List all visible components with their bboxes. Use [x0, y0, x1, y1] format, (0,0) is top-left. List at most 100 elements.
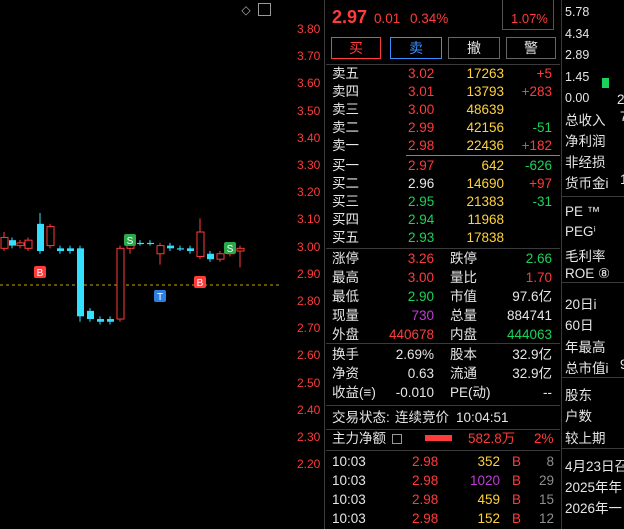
fundamental-label[interactable]: 非经损: [565, 151, 606, 171]
fundamental-label[interactable]: 总收入: [565, 109, 606, 129]
level-delta: -31: [532, 194, 552, 209]
y-tick-label: 3.80: [297, 22, 321, 36]
stat-label: 流通: [450, 366, 477, 381]
mini-bar: [602, 78, 609, 88]
tick-price: 2.98: [412, 492, 439, 507]
candle-body: [87, 310, 94, 320]
tick-time: 10:03: [332, 492, 366, 507]
order-book-row[interactable]: 买二 2.96 14690 +97: [326, 175, 560, 193]
fundamental-label[interactable]: 户数: [565, 405, 592, 425]
fundamental-label[interactable]: 20日i: [565, 293, 597, 313]
level-volume: 42156: [466, 120, 504, 135]
buy-button[interactable]: 买: [331, 37, 381, 59]
order-book-row[interactable]: 卖四 3.01 13793 +283: [326, 83, 560, 101]
tick-row: 10:03 2.98 1020 B 29: [326, 472, 560, 490]
fundamental-label[interactable]: 货币金i: [565, 172, 609, 192]
marker-label: B: [197, 278, 204, 289]
level-price: 2.94: [408, 212, 435, 227]
candle-body: [37, 223, 44, 252]
main-flow-pct: 2%: [534, 431, 554, 446]
stat-value: 3.00: [407, 270, 434, 285]
stat-row: 换手 2.69% 股本 32.9亿: [326, 346, 560, 364]
square-icon[interactable]: [258, 3, 271, 16]
y-tick-label: 3.30: [297, 158, 321, 172]
fundamental-label[interactable]: 毛利率: [565, 245, 606, 265]
fundamental-label[interactable]: PEGⁱ: [565, 224, 596, 240]
diamond-icon[interactable]: ◇: [239, 3, 253, 17]
candle-body: [57, 248, 64, 252]
y-tick-label: 3.60: [297, 76, 321, 91]
tick-side: B: [512, 454, 522, 469]
stat-value: -0.010: [395, 385, 434, 400]
tick-row: 10:03 2.98 152 B 12: [326, 510, 560, 528]
stat-value: 97.6亿: [512, 289, 552, 304]
candle-body: [216, 253, 225, 260]
tick-time: 10:03: [332, 511, 366, 526]
level-price: 3.02: [408, 66, 435, 81]
order-book-row[interactable]: 卖一 2.98 22436 +182: [326, 137, 560, 155]
candle-body: [0, 236, 9, 249]
candle-body: [116, 247, 125, 320]
fundamental-label[interactable]: 股东: [565, 384, 592, 404]
order-book-row[interactable]: 卖三 3.00 48639: [326, 101, 560, 119]
mini-axis-label: 2.89: [565, 48, 590, 62]
level-volume: 48639: [466, 102, 504, 117]
level-volume: 21383: [466, 194, 504, 209]
y-tick-label: 2.40: [297, 402, 321, 417]
y-tick-label: 3.70: [297, 49, 321, 64]
tick-time: 10:03: [332, 454, 366, 469]
fundamental-label[interactable]: 2026年一: [565, 497, 622, 517]
order-book-row[interactable]: 买三 2.95 21383 -31: [326, 193, 560, 211]
level-price: 2.93: [408, 230, 435, 245]
y-tick-label: 3.50: [297, 103, 321, 118]
candle-body: [97, 319, 104, 322]
sell-button[interactable]: 卖: [390, 37, 442, 59]
price-change: 0.01: [374, 11, 401, 26]
stat-label: 总量: [450, 308, 477, 323]
y-tick-label: 2.90: [297, 266, 321, 281]
tick-volume: 1020: [469, 473, 500, 488]
candlestick-chart[interactable]: B S T B S: [0, 0, 279, 529]
order-book-row[interactable]: 买四 2.94 11968: [326, 211, 560, 229]
fundamental-label[interactable]: 较上期: [565, 427, 606, 447]
candle-body: [46, 226, 55, 247]
fundamental-label[interactable]: 净利润: [565, 130, 606, 150]
fundamental-label[interactable]: 60日: [565, 314, 594, 334]
level-label: 买一: [332, 158, 359, 173]
fundamental-label[interactable]: 2025年年: [565, 476, 622, 496]
y-tick-label: 3.00: [297, 239, 321, 254]
level-volume: 17838: [466, 230, 504, 245]
fundamental-label[interactable]: 4月23日召: [565, 455, 624, 475]
tick-time: 10:03: [332, 473, 366, 488]
fundamental-label[interactable]: 年最高: [565, 336, 606, 356]
tick-price: 2.98: [412, 454, 439, 469]
y-tick-label: 2.30: [297, 430, 321, 444]
level-price: 2.96: [408, 176, 435, 191]
main-flow-label: 主力净额: [332, 431, 386, 446]
candle-body: [187, 248, 194, 252]
order-book-row[interactable]: 卖二 2.99 42156 -51: [326, 119, 560, 137]
tick-price: 2.98: [412, 511, 439, 526]
stat-value: 3.26: [407, 251, 434, 266]
fundamental-label[interactable]: PE ™: [565, 204, 600, 219]
level-delta: +5: [536, 66, 552, 81]
price-axis: 3.80 3.70 3.60 3.50 3.40 3.30 3.20 3.10 3.00 2.90…: [279, 0, 325, 529]
stat-label: 跌停: [450, 251, 477, 266]
tick-count: 8: [546, 454, 554, 469]
level-price: 2.97: [408, 158, 435, 173]
order-book-row[interactable]: 卖五 3.02 17263 +5: [326, 65, 560, 83]
mini-axis-label: 5.78: [565, 5, 590, 19]
alert-button[interactable]: 警: [506, 37, 556, 59]
cancel-button[interactable]: 撤: [448, 37, 500, 59]
stat-label: 净资: [332, 366, 359, 381]
list-icon[interactable]: [392, 434, 402, 444]
stat-label: 最高: [332, 270, 359, 285]
fundamental-label[interactable]: 总市值i: [565, 357, 609, 377]
order-book-row[interactable]: 买五 2.93 17838: [326, 229, 560, 247]
tick-count: 15: [538, 492, 554, 507]
stat-row: 外盘 440678 内盘 444063: [326, 326, 560, 344]
y-tick-label: 2.20: [297, 457, 321, 472]
stat-value: 444063: [506, 327, 552, 342]
order-book-row[interactable]: 买一 2.97 642 -626: [326, 157, 560, 175]
fundamental-label[interactable]: ROE ⑧: [565, 266, 610, 282]
